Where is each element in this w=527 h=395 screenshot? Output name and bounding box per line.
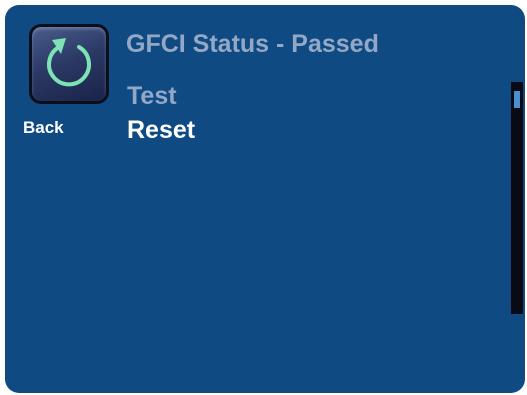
- back-button[interactable]: [25, 20, 109, 112]
- back-arrow-icon[interactable]: [29, 24, 109, 104]
- page-title: GFCI Status - Passed: [126, 30, 379, 58]
- gfci-status-screen: Back GFCI Status - Passed Test Reset: [5, 5, 525, 393]
- scrollbar[interactable]: [511, 82, 523, 314]
- menu-item-reset[interactable]: Reset: [127, 116, 195, 145]
- scrollbar-thumb[interactable]: [514, 91, 520, 108]
- back-label[interactable]: Back: [23, 118, 87, 138]
- menu-item-test[interactable]: Test: [127, 82, 177, 111]
